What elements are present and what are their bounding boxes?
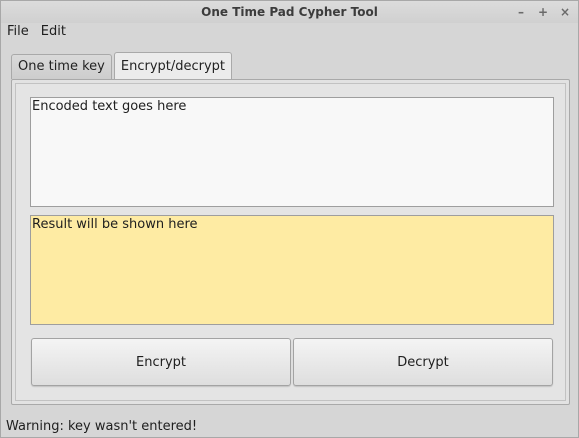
status-message: Warning: key wasn't entered! — [6, 419, 198, 434]
panel-content: Encrypt Decrypt — [15, 83, 566, 401]
result-text-area[interactable] — [30, 215, 554, 325]
menu-bar: File Edit — [1, 23, 578, 41]
menu-edit[interactable]: Edit — [35, 23, 72, 41]
window-controls: – + × — [516, 1, 570, 23]
encrypt-decrypt-panel: Encrypt Decrypt — [11, 79, 570, 405]
tab-one-time-key[interactable]: One time key — [11, 54, 112, 79]
input-text-area[interactable] — [30, 97, 554, 207]
decrypt-button[interactable]: Decrypt — [293, 338, 553, 386]
encrypt-button[interactable]: Encrypt — [31, 338, 291, 386]
window-title: One Time Pad Cypher Tool — [201, 5, 378, 19]
status-bar: Warning: key wasn't entered! — [6, 418, 197, 436]
maximize-icon[interactable]: + — [538, 1, 548, 23]
tab-bar: One time key Encrypt/decrypt — [11, 51, 234, 80]
menu-file[interactable]: File — [1, 23, 35, 41]
tab-encrypt-decrypt[interactable]: Encrypt/decrypt — [113, 52, 233, 80]
app-window: One Time Pad Cypher Tool – + × File Edit… — [0, 0, 579, 438]
title-bar[interactable]: One Time Pad Cypher Tool – + × — [1, 1, 578, 23]
close-icon[interactable]: × — [560, 1, 570, 23]
minimize-icon[interactable]: – — [516, 1, 526, 23]
